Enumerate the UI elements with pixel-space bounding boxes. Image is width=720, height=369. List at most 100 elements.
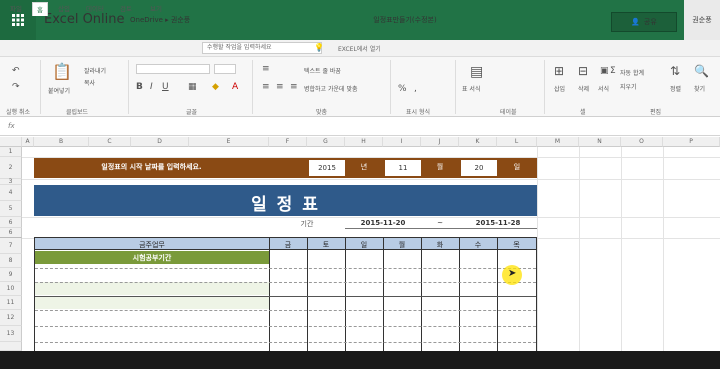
month-input-cell[interactable]: 11 — [385, 160, 421, 176]
copy-button[interactable]: 복사 — [84, 78, 95, 87]
column-header[interactable]: M — [537, 137, 579, 147]
insert-cells-icon[interactable]: ⊞ — [554, 64, 564, 78]
column-header[interactable]: O — [621, 137, 663, 147]
row-separator — [35, 268, 536, 269]
select-all-corner[interactable] — [0, 137, 22, 147]
comma-style-icon[interactable]: , — [414, 84, 417, 94]
clear-button[interactable]: 지우기 — [620, 82, 637, 91]
row-header[interactable]: 4 — [0, 185, 22, 201]
tab-insert[interactable]: 삽입 — [54, 2, 74, 16]
column-header[interactable]: P — [663, 137, 720, 147]
task-row-shade — [35, 282, 269, 295]
day-header: 금 — [284, 241, 292, 249]
fill-color-icon[interactable]: ◆ — [212, 82, 219, 92]
lightbulb-icon: 💡 — [314, 43, 324, 52]
row-header[interactable]: 6 — [0, 217, 22, 228]
gridline — [621, 147, 622, 351]
format-label[interactable]: 서식 — [598, 84, 609, 93]
row-header[interactable]: 11 — [0, 296, 22, 310]
column-header[interactable]: E — [189, 137, 269, 147]
find-icon[interactable]: 🔍 — [694, 64, 709, 78]
sort-icon[interactable]: ⇅ — [670, 64, 680, 78]
row-header[interactable]: 12 — [0, 310, 22, 326]
column-header[interactable]: C — [89, 137, 131, 147]
row-header[interactable]: 2 — [0, 157, 22, 179]
format-cells-icon[interactable]: ▣ — [600, 66, 609, 76]
autosum-icon[interactable]: Σ — [610, 66, 616, 76]
delete-cells-icon[interactable]: ⊟ — [578, 64, 588, 78]
row-header[interactable]: 1 — [0, 147, 22, 157]
user-account[interactable]: 권순풍 — [684, 0, 720, 40]
align-left-icon[interactable]: ≡ — [262, 82, 270, 92]
day-input-cell[interactable]: 20 — [461, 160, 497, 176]
document-title[interactable]: 일정표만들기(수정본) — [340, 15, 470, 25]
tab-file[interactable]: 파일 — [6, 2, 26, 16]
function-icon[interactable]: fx — [8, 122, 15, 130]
sort-label[interactable]: 정렬 — [670, 84, 681, 93]
spreadsheet-grid[interactable]: A B C D E F G H I J K L M N O P 1 2 3 4 … — [0, 137, 720, 351]
insert-label[interactable]: 삽입 — [554, 84, 565, 93]
row-header[interactable]: 6 — [0, 228, 22, 238]
column-header[interactable]: L — [497, 137, 537, 147]
wrap-text-button[interactable]: 텍스트 줄 바꿈 — [304, 66, 341, 75]
column-header[interactable]: B — [34, 137, 89, 147]
column-header[interactable]: G — [307, 137, 345, 147]
tab-home[interactable]: 홈 — [32, 2, 48, 16]
open-in-excel-link[interactable]: EXCEL에서 열기 — [338, 44, 381, 53]
align-right-icon[interactable]: ≡ — [290, 82, 298, 92]
gridline — [22, 179, 720, 180]
undo-icon[interactable]: ↶ — [12, 66, 20, 76]
column-header[interactable]: N — [579, 137, 621, 147]
paste-icon[interactable]: 📋 — [52, 62, 72, 81]
font-color-icon[interactable]: A — [232, 82, 238, 92]
row-header[interactable]: 10 — [0, 282, 22, 296]
format-as-table-icon[interactable]: ▤ — [470, 64, 483, 80]
find-label[interactable]: 찾기 — [694, 84, 705, 93]
redo-icon[interactable]: ↷ — [12, 82, 20, 92]
bold-icon[interactable]: B — [136, 82, 143, 92]
row-header[interactable] — [0, 342, 22, 351]
cut-button[interactable]: 잘라내기 — [84, 66, 106, 75]
tab-view[interactable]: 보기 — [146, 2, 166, 16]
italic-icon[interactable]: I — [150, 82, 153, 92]
tell-me-input[interactable]: 수행할 작업을 입력하세요 — [202, 42, 322, 54]
row-header[interactable]: 8 — [0, 254, 22, 268]
font-name-select[interactable] — [136, 64, 210, 74]
format-as-table-label[interactable]: 표 서식 — [462, 84, 480, 93]
row-header[interactable]: 7 — [0, 238, 22, 254]
delete-label[interactable]: 삭제 — [578, 84, 589, 93]
column-header[interactable]: D — [131, 137, 189, 147]
column-header[interactable]: H — [345, 137, 383, 147]
column-header[interactable]: A — [22, 137, 34, 147]
align-top-icon[interactable]: ≡ — [262, 64, 270, 74]
column-header[interactable]: J — [421, 137, 459, 147]
row-header[interactable]: 13 — [0, 326, 22, 342]
borders-icon[interactable]: ▦ — [188, 82, 197, 92]
font-size-select[interactable] — [214, 64, 236, 74]
row-header[interactable]: 5 — [0, 201, 22, 217]
merge-center-button[interactable]: 병합하고 가운데 맞춤 — [304, 84, 358, 93]
tab-data[interactable]: 데이터 — [82, 2, 108, 16]
formula-bar[interactable] — [0, 118, 720, 136]
day-header: 화 — [436, 241, 444, 249]
share-icon: 👤 — [631, 18, 640, 26]
row-separator — [35, 326, 536, 327]
tab-review[interactable]: 검토 — [116, 2, 136, 16]
divider — [40, 60, 41, 114]
year-input-cell[interactable]: 2015 — [309, 160, 345, 176]
column-header[interactable]: I — [383, 137, 421, 147]
task-name[interactable]: 시험공부기간 — [35, 253, 269, 263]
percent-icon[interactable]: % — [398, 84, 407, 94]
column-header[interactable]: K — [459, 137, 497, 147]
row-header[interactable]: 9 — [0, 268, 22, 282]
paste-label: 붙여넣기 — [48, 88, 71, 95]
editing-group-label: 편집 — [650, 109, 662, 116]
align-center-icon[interactable]: ≡ — [276, 82, 284, 92]
schedule-title: 일 정 표 — [251, 195, 320, 215]
underline-icon[interactable]: U — [162, 82, 169, 92]
breadcrumb[interactable]: OneDrive ▸ 권순풍 — [130, 15, 190, 25]
autosum-label[interactable]: 자동 합계 — [620, 68, 644, 77]
column-header[interactable]: F — [269, 137, 307, 147]
column-divider — [459, 238, 460, 351]
share-button[interactable]: 👤 공유 — [611, 12, 677, 32]
